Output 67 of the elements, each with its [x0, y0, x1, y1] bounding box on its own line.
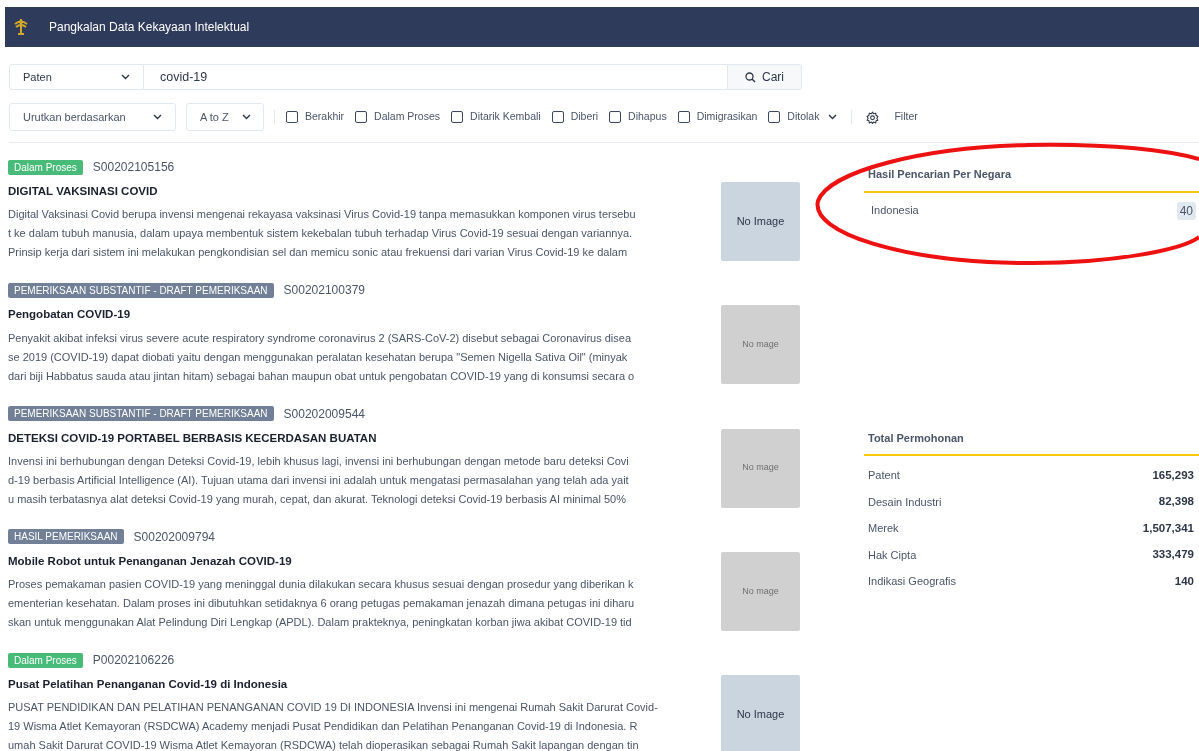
total-value: 1,507,341 [1142, 520, 1194, 536]
total-value: 333,479 [1152, 547, 1194, 563]
chevron-down-icon [153, 114, 162, 120]
count-badge: 40 [1176, 201, 1196, 220]
status-badge: Dalam Proses [8, 159, 83, 175]
application-number: S00202009794 [133, 528, 215, 546]
application-number: S00202100379 [283, 282, 365, 300]
section-title: Hasil Pencarian Per Negara [864, 166, 1199, 193]
status-checkbox[interactable] [677, 111, 690, 123]
placeholder-text: No mage [742, 338, 779, 351]
status-label: Dalam Proses [374, 109, 441, 125]
status-checkbox[interactable] [286, 111, 298, 123]
total-value: 140 [1174, 573, 1194, 589]
result-description: Proses pemakaman pasien COVID-19 yang meninggal dunia dilakukan secara khusus sesuai dengan prosedur yang diberikan k ementerian kesehatan. Dalam proses ini dibutuhkan setidaknya 6 orang petugas pemakaman jenazah dimana petugas ini diharu skan untuk menggunakan Alat Pelindung Diri Lengkap (APDL). Dalam prakteknya, peningkatan korban jiwa akibat COVID-19 tid [8, 577, 636, 630]
placeholder-text: No mage [742, 461, 779, 475]
total-label: Patent [868, 468, 900, 483]
total-value: 82,398 [1158, 494, 1194, 510]
result-title[interactable]: Pusat Pelatihan Penanganan Covid-19 di Indonesia [8, 676, 721, 694]
total-label: Indikasi Geografis [868, 574, 957, 589]
status-badge: HASIL PEMERIKSAAN [8, 529, 124, 545]
result-description: Digital Vaksinasi Covid berupa invensi mengenai rekayasa vaksinasi Virus Covid-19 tanpa memasukkan komponen virus tersebu t ke dalam tubuh manusia, dalam upaya membentuk sistem kekebalan tubuh terhadap Virus Covid-19 sesuai dengan variannya. Prinsip kerja dari sistem ini melakukan pengkondisian sel dan memicu sonic atau frekuensi dari varian Virus Covid-19 ke dalam [8, 207, 637, 261]
status-checkbox[interactable] [551, 111, 564, 123]
status-badge: Dalam Proses [8, 652, 83, 668]
status-badge: PEMERIKSAAN SUBSTANTIF - DRAFT PEMERIKSAAN [8, 282, 274, 298]
result-description: PUSAT PENDIDIKAN DAN PELATIHAN PENANGANAN COVID 19 DI INDONESIA Invensi ini mengenai Rumah Sakit Darurat Covid- 19 Wisma Atlet Kemayoran (RSDCWA) Academy menjadi Pusat Pendidikan dan Pelatihan Penanganan Covid-19 di Indonesia. R umah Sakit Darurat COVID-19 Wisma Atlet Kemayoran (RSDCWA) telah dioperasikan sebagai Rumah Sakit lapangan dengan tin [8, 700, 659, 751]
type-select[interactable]: Paten [9, 64, 144, 90]
total-value: 165,293 [1152, 467, 1194, 483]
total-label: Merek [868, 521, 899, 536]
application-number: P00202106226 [92, 652, 175, 669]
status-checkbox[interactable] [609, 111, 622, 123]
status-badge: PEMERIKSAAN SUBSTANTIF - DRAFT PEMERIKSAAN [8, 406, 274, 421]
status-label: Dimigrasikan [696, 109, 758, 125]
placeholder-text: No Image [736, 707, 785, 723]
status-label: Ditolak [787, 109, 820, 125]
result-title[interactable]: Pengobatan COVID-19 [8, 306, 721, 324]
result-description: Invensi ini berhubungan dengan Deteksi Covid-19, lebih khusus lagi, invensi ini berhubungan dengan metode baru deteksi Covi d-19 berbasis Artificial Intelligence (AI). Tujuan utama dari invensi ini adalah untuk mengatasi permasalahan yang telah ada yait u masih terbatasnya alat deteksi Covid-19 yang murah, cepat, dan akurat. Teknologi deteksi Covid-19 berbasis AI minimal 50% [8, 453, 630, 507]
application-number: S00202009544 [283, 405, 365, 423]
search-icon [745, 71, 756, 83]
status-checkbox[interactable] [451, 111, 464, 123]
application-number: S00202105156 [92, 159, 175, 176]
search-button[interactable]: Cari [727, 64, 802, 90]
status-label: Berakhir [305, 109, 345, 125]
filter-button[interactable]: Filter [866, 109, 918, 125]
placeholder-text: No Image [736, 214, 785, 230]
result-description: Penyakit akibat infeksi virus severe acute respiratory syndrome coronavirus 2 (SARS-CoV-2) disebut sebagai Coronavirus disea se 2019 (COVID-19) dapat diobati yaitu dengan menggunakan peralatan kesehatan berupa "Semen Nigella Sativa Oil" (minyak dari biji Habbatus sauda atau jintan hitam) sebagai bahan maupun obat untuk pengobatan COVID-19 yang di konsumsi secara o [8, 330, 636, 384]
status-label: Dihapus [628, 109, 667, 125]
order-select[interactable]: A to Z [186, 103, 264, 131]
sort-select[interactable]: Urutkan berdasarkan [9, 103, 176, 131]
section-title: Total Permohonan [864, 429, 1199, 456]
total-label: Desain Industri [868, 494, 942, 510]
total-label: Hak Cipta [868, 547, 917, 563]
country-name[interactable]: Indonesia [871, 202, 919, 219]
result-title[interactable]: Mobile Robot untuk Penanganan Jenazah COVID-19 [8, 552, 721, 570]
header-title: Pangkalan Data Kekayaan Intelektual [49, 19, 250, 36]
search-field[interactable]: covid-19 [144, 64, 727, 90]
emblem-icon [13, 18, 29, 36]
status-checkbox[interactable] [768, 111, 781, 123]
chevron-down-icon[interactable] [828, 114, 838, 120]
status-label: Ditarik Kembali [470, 109, 541, 125]
gear-icon [866, 110, 880, 124]
status-checkbox[interactable] [355, 111, 368, 123]
result-title[interactable]: DIGITAL VAKSINASI COVID [8, 183, 721, 201]
chevron-down-icon [121, 74, 130, 80]
chevron-down-icon [242, 114, 251, 120]
placeholder-text: No mage [742, 584, 779, 598]
result-title[interactable]: DETEKSI COVID-19 PORTABEL BERBASIS KECERDASAN BUATAN [8, 429, 721, 447]
status-label: Diberi [570, 109, 599, 125]
